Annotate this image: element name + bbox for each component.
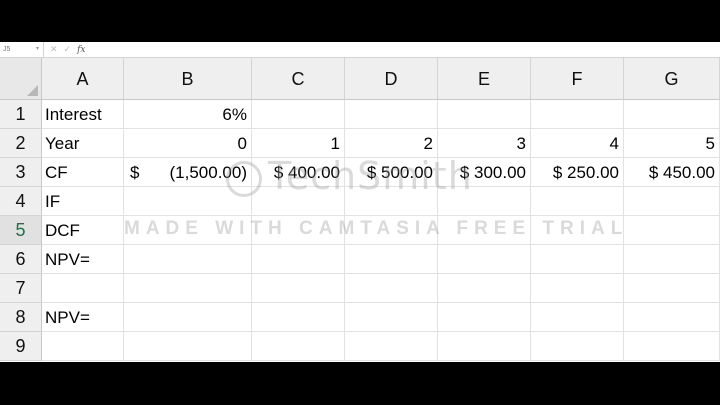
- cell-a9[interactable]: [42, 332, 124, 361]
- cell-g5[interactable]: [624, 216, 720, 245]
- cell-c2[interactable]: 1: [252, 129, 345, 158]
- cell-c9[interactable]: [252, 332, 345, 361]
- column-header-b[interactable]: B: [124, 58, 252, 100]
- cell-e1[interactable]: [438, 100, 531, 129]
- row-header-5[interactable]: 5: [0, 216, 42, 245]
- cell-f7[interactable]: [531, 274, 624, 303]
- cell-f3[interactable]: $ 250.00: [531, 158, 624, 187]
- cell-a3[interactable]: CF: [42, 158, 124, 187]
- cell-f9[interactable]: [531, 332, 624, 361]
- column-header-d[interactable]: D: [345, 58, 438, 100]
- chevron-down-icon[interactable]: ▾: [36, 45, 39, 52]
- row-header-7[interactable]: 7: [0, 274, 42, 303]
- cell-g3[interactable]: $ 450.00: [624, 158, 720, 187]
- row-header-4[interactable]: 4: [0, 187, 42, 216]
- cell-c8[interactable]: [252, 303, 345, 332]
- cell-a7[interactable]: [42, 274, 124, 303]
- name-box[interactable]: J5 ▾: [0, 42, 44, 57]
- row-header-2[interactable]: 2: [0, 129, 42, 158]
- enter-icon[interactable]: ✓: [64, 44, 78, 54]
- column-header-f[interactable]: F: [531, 58, 624, 100]
- cell-g2[interactable]: 5: [624, 129, 720, 158]
- cell-d9[interactable]: [345, 332, 438, 361]
- cell-f8[interactable]: [531, 303, 624, 332]
- cell-b1[interactable]: 6%: [124, 100, 252, 129]
- cell-f6[interactable]: [531, 245, 624, 274]
- cell-b8[interactable]: [124, 303, 252, 332]
- cell-c5[interactable]: [252, 216, 345, 245]
- cell-b5[interactable]: [124, 216, 252, 245]
- cell-f1[interactable]: [531, 100, 624, 129]
- cell-g7[interactable]: [624, 274, 720, 303]
- function-icon[interactable]: fx: [77, 45, 85, 55]
- cell-a2[interactable]: Year: [42, 129, 124, 158]
- cell-c3[interactable]: $ 400.00: [252, 158, 345, 187]
- column-header-a[interactable]: A: [42, 58, 124, 100]
- cell-b2[interactable]: 0: [124, 129, 252, 158]
- cell-a8[interactable]: NPV=: [42, 303, 124, 332]
- cell-d3[interactable]: $ 500.00: [345, 158, 438, 187]
- column-header-g[interactable]: G: [624, 58, 720, 100]
- cell-a6[interactable]: NPV=: [42, 245, 124, 274]
- cell-a5[interactable]: DCF: [42, 216, 124, 245]
- formula-bar: J5 ▾ ✕✓fx: [0, 42, 720, 58]
- cell-g4[interactable]: [624, 187, 720, 216]
- cell-e4[interactable]: [438, 187, 531, 216]
- name-box-value: J5: [3, 46, 11, 53]
- cell-d2[interactable]: 2: [345, 129, 438, 158]
- row-header-1[interactable]: 1: [0, 100, 42, 129]
- cancel-icon[interactable]: ✕: [50, 44, 64, 54]
- cell-e2[interactable]: 3: [438, 129, 531, 158]
- cell-g1[interactable]: [624, 100, 720, 129]
- cell-f4[interactable]: [531, 187, 624, 216]
- cell-a1[interactable]: Interest: [42, 100, 124, 129]
- cell-e8[interactable]: [438, 303, 531, 332]
- row-header-9[interactable]: 9: [0, 332, 42, 361]
- cell-c7[interactable]: [252, 274, 345, 303]
- cell-b9[interactable]: [124, 332, 252, 361]
- cell-e9[interactable]: [438, 332, 531, 361]
- row-header-6[interactable]: 6: [0, 245, 42, 274]
- row-header-3[interactable]: 3: [0, 158, 42, 187]
- cell-b4[interactable]: [124, 187, 252, 216]
- currency-symbol: $: [130, 163, 140, 182]
- spreadsheet-grid: A B C D E F G 1 2 3 4 5 6 7 8 9 Interest…: [0, 58, 720, 362]
- cell-e6[interactable]: [438, 245, 531, 274]
- cell-g8[interactable]: [624, 303, 720, 332]
- row-header-8[interactable]: 8: [0, 303, 42, 332]
- cell-c1[interactable]: [252, 100, 345, 129]
- cell-d4[interactable]: [345, 187, 438, 216]
- cell-e3[interactable]: $ 300.00: [438, 158, 531, 187]
- cell-d7[interactable]: [345, 274, 438, 303]
- cell-d6[interactable]: [345, 245, 438, 274]
- cell-d5[interactable]: [345, 216, 438, 245]
- cell-f5[interactable]: [531, 216, 624, 245]
- excel-window: J5 ▾ ✕✓fx A B C D E F G 1 2 3 4 5 6 7 8 …: [0, 42, 720, 362]
- cell-g9[interactable]: [624, 332, 720, 361]
- cell-e7[interactable]: [438, 274, 531, 303]
- cell-b7[interactable]: [124, 274, 252, 303]
- cell-b3[interactable]: $ (1,500.00): [124, 158, 252, 187]
- cell-g6[interactable]: [624, 245, 720, 274]
- cell-c6[interactable]: [252, 245, 345, 274]
- column-header-e[interactable]: E: [438, 58, 531, 100]
- cell-a4[interactable]: IF: [42, 187, 124, 216]
- column-header-c[interactable]: C: [252, 58, 345, 100]
- select-all-button[interactable]: [0, 58, 42, 100]
- cell-d8[interactable]: [345, 303, 438, 332]
- cell-d1[interactable]: [345, 100, 438, 129]
- cell-b6[interactable]: [124, 245, 252, 274]
- cell-c4[interactable]: [252, 187, 345, 216]
- cell-f2[interactable]: 4: [531, 129, 624, 158]
- cell-b3-value: (1,500.00): [169, 163, 248, 182]
- cell-e5[interactable]: [438, 216, 531, 245]
